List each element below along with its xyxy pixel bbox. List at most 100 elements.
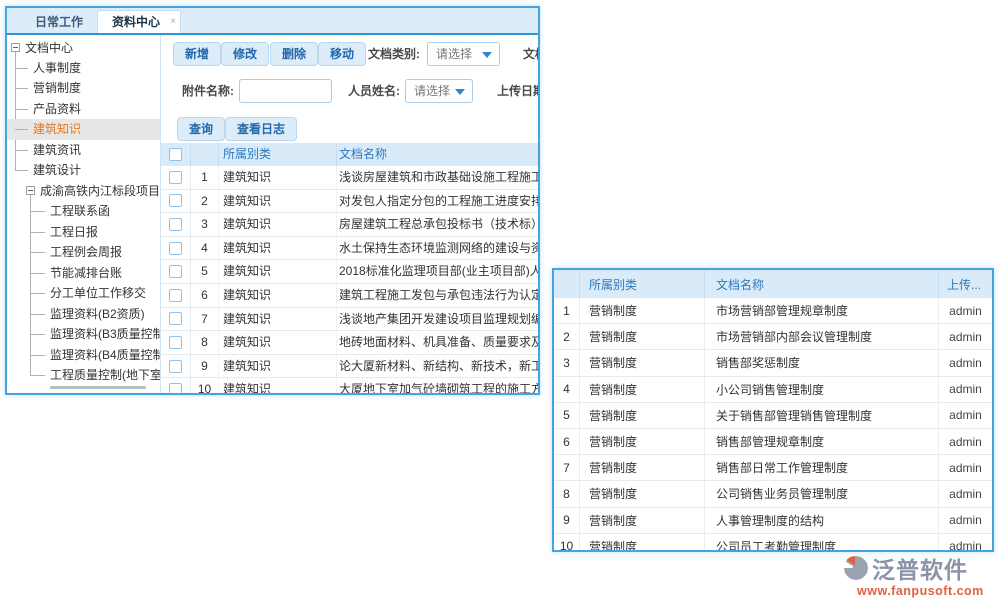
doc-name-label-clipped: 文档名称: [523,42,538,66]
tree-item[interactable]: 建筑资讯 [7,140,160,161]
tree-item[interactable]: 监理资料(B4质量控制) [7,345,160,366]
doc-type-label: 文档类别: [368,42,420,66]
query-button[interactable]: 查询 [177,117,225,141]
row-doc-name: 房屋建筑工程总承包投标书（技术标）... [337,213,538,236]
doc-type-select[interactable]: 请选择 [427,42,500,66]
row-checkbox[interactable] [169,289,182,302]
table-header-row: 所属别类 文档名称 上传... [554,270,992,298]
table-row[interactable]: 10 营销制度 公司员工考勤管理制度 admin [554,534,992,552]
upload-date-label-clipped: 上传日期: [497,79,538,103]
tab-daily-work[interactable]: 日常工作 [21,11,97,33]
table-row[interactable]: 7 建筑知识 浅谈地产集团开发建设项目监理规划编... [161,308,538,332]
add-button[interactable]: 新增 [173,42,221,66]
collapse-icon[interactable] [11,43,20,52]
row-checkbox[interactable] [169,265,182,278]
row-index: 4 [554,377,580,402]
table-row[interactable]: 4 营销制度 小公司销售管理制度 admin [554,377,992,403]
row-category: 营销制度 [580,455,705,480]
row-checkbox[interactable] [169,383,182,393]
table-row[interactable]: 1 建筑知识 浅谈房屋建筑和市政基础设施工程施工... [161,166,538,190]
table-row[interactable]: 3 营销制度 销售部奖惩制度 admin [554,350,992,376]
row-uploader: admin [939,403,992,428]
tree-item[interactable]: 监理资料(B3质量控制) [7,324,160,345]
row-doc-name: 市场营销部管理规章制度 [705,298,939,323]
table-row[interactable]: 9 营销制度 人事管理制度的结构 admin [554,508,992,534]
person-name-select[interactable]: 请选择 [405,79,473,103]
select-all-checkbox[interactable] [169,148,182,161]
tree-children-level2: 工程联系函 工程日报 工程例会周报 节能减排台账 分工单位工作移交 监理资料(B… [7,201,160,386]
table-row[interactable]: 2 建筑知识 对发包人指定分包的工程施工进度安排... [161,190,538,214]
row-uploader: admin [939,324,992,349]
table-row[interactable]: 6 建筑知识 建筑工程施工发包与承包违法行为认定... [161,284,538,308]
tree-item[interactable]: 工程联系函 [7,201,160,222]
tree-item[interactable]: 工程日报 [7,222,160,243]
row-checkbox[interactable] [169,360,182,373]
row-doc-name: 大厦地下室加气砼墙砌筑工程的施工方... [337,378,538,393]
clipped-tree-item [50,386,146,391]
attachment-name-input[interactable] [239,79,332,103]
category-column-header: 所属别类 [580,270,705,298]
view-log-button[interactable]: 查看日志 [225,117,297,141]
row-checkbox[interactable] [169,312,182,325]
row-index: 8 [191,331,219,354]
row-doc-name: 公司销售业务员管理制度 [705,481,939,506]
collapse-icon[interactable] [26,186,35,195]
delete-button[interactable]: 删除 [270,42,318,66]
table-row[interactable]: 6 营销制度 销售部管理规章制度 admin [554,429,992,455]
row-doc-name: 建筑工程施工发包与承包违法行为认定... [337,284,538,307]
table-row[interactable]: 7 营销制度 销售部日常工作管理制度 admin [554,455,992,481]
row-uploader: admin [939,508,992,533]
tree-item[interactable]: 建筑知识 [7,119,160,140]
table-row[interactable]: 4 建筑知识 水土保持生态环境监测网络的建设与资... [161,237,538,261]
table-header-row: 所属别类 文档名称 [161,143,538,166]
close-icon[interactable]: × [170,11,176,33]
edit-button[interactable]: 修改 [221,42,269,66]
tree-item[interactable]: 工程例会周报 [7,242,160,263]
row-category: 营销制度 [580,481,705,506]
category-column-header: 所属别类 [219,143,337,166]
logo-text: 泛普软件 [872,551,968,585]
dropdown-caret-icon [455,89,465,95]
uploader-column-header: 上传... [939,270,992,298]
row-checkbox[interactable] [169,242,182,255]
tab-bar: 日常工作 资料中心 × [7,8,538,35]
row-uploader: admin [939,377,992,402]
row-checkbox[interactable] [169,336,182,349]
table-row[interactable]: 3 建筑知识 房屋建筑工程总承包投标书（技术标）... [161,213,538,237]
row-uploader: admin [939,350,992,375]
table-row[interactable]: 9 建筑知识 论大厦新材料、新结构、新技术，新工... [161,355,538,379]
row-doc-name: 浅谈房屋建筑和市政基础设施工程施工... [337,166,538,189]
row-index: 1 [554,298,580,323]
tree-children-level1: 人事制度 营销制度 产品资料 建筑知识 建筑资讯 建筑设计 [7,58,160,181]
tree-node-document-center[interactable]: 文档中心 [7,37,160,58]
name-column-header: 文档名称 [705,270,939,298]
table-row[interactable]: 5 建筑知识 2018标准化监理项目部(业主项目部)人员... [161,260,538,284]
row-checkbox[interactable] [169,194,182,207]
row-checkbox[interactable] [169,171,182,184]
move-button[interactable]: 移动 [318,42,366,66]
row-index: 9 [191,355,219,378]
tree-item[interactable]: 营销制度 [7,78,160,99]
row-category: 建筑知识 [219,284,337,307]
table-row[interactable]: 1 营销制度 市场营销部管理规章制度 admin [554,298,992,324]
tree-node-label: 文档中心 [25,39,73,56]
tree-item[interactable]: 节能减排台账 [7,263,160,284]
table-row[interactable]: 8 建筑知识 地砖地面材料、机具准备、质量要求及... [161,331,538,355]
tab-data-center[interactable]: 资料中心 × [97,10,181,33]
row-checkbox[interactable] [169,218,182,231]
tree-item[interactable]: 监理资料(B2资质) [7,304,160,325]
table-row[interactable]: 10 建筑知识 大厦地下室加气砼墙砌筑工程的施工方... [161,378,538,393]
tree-item[interactable]: 建筑设计 [7,160,160,181]
row-uploader: admin [939,481,992,506]
table-row[interactable]: 2 营销制度 市场营销部内部会议管理制度 admin [554,324,992,350]
row-category: 营销制度 [580,324,705,349]
tree-item[interactable]: 人事制度 [7,58,160,79]
row-index: 10 [191,378,219,393]
table-row[interactable]: 8 营销制度 公司销售业务员管理制度 admin [554,481,992,507]
tree-item[interactable]: 工程质量控制(地下室) [7,365,160,386]
table-row[interactable]: 5 营销制度 关于销售部管理销售管理制度 admin [554,403,992,429]
tree-item[interactable]: 产品资料 [7,99,160,120]
row-index: 1 [191,166,219,189]
tree-item[interactable]: 分工单位工作移交 [7,283,160,304]
dropdown-caret-icon [482,52,492,58]
